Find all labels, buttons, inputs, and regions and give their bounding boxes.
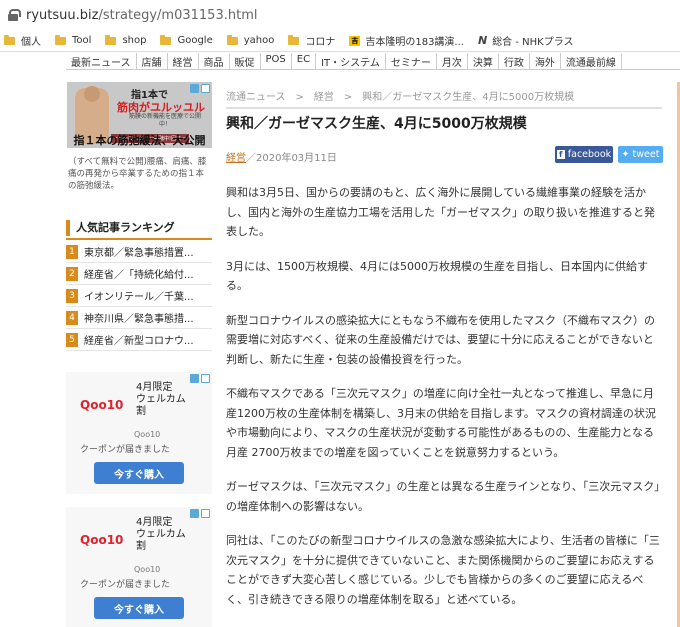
ranking-item[interactable]: 3 イオンリテール／千葉... xyxy=(66,285,212,307)
ad-advertiser: Qoo10 xyxy=(134,565,161,574)
article-body: 興和は3月5日、国からの要請のもと、広く海外に展開している繊維事業の経験を活かし… xyxy=(226,183,664,624)
qoo10-logo: Qoo10 xyxy=(80,398,124,412)
address-bar[interactable]: ryutsuu.biz/strategy/m031153.html xyxy=(0,0,680,30)
rank-title: 経産省／「持続化給付... xyxy=(84,270,194,281)
folder-icon xyxy=(226,34,238,45)
close-icon[interactable] xyxy=(201,374,210,383)
breadcrumb[interactable]: 流通ニュース > 経営 > 興和／ガーゼマスク生産、4月に5000万枚規模 xyxy=(226,88,662,109)
ad-info-icon[interactable] xyxy=(190,374,199,383)
ranking-item[interactable]: 2 経産省／「持続化給付... xyxy=(66,263,212,285)
ad-info-icon[interactable] xyxy=(190,509,199,518)
ranking-item[interactable]: 4 神奈川県／緊急事態措... xyxy=(66,307,212,329)
buy-now-button[interactable]: 今すぐ購入 xyxy=(94,462,184,484)
category-link[interactable]: 経営 xyxy=(226,153,246,164)
facebook-share-button[interactable]: f facebook xyxy=(555,146,613,163)
rank-title: イオンリテール／千葉... xyxy=(84,292,194,303)
twitter-bird-icon: ✦ xyxy=(621,149,630,160)
folder-icon xyxy=(288,34,300,45)
ranking-divider xyxy=(66,238,212,240)
nav-item[interactable]: セミナー xyxy=(386,53,437,69)
nav-item[interactable]: 月次 xyxy=(437,53,468,69)
bookmark-folder-shop[interactable]: shop xyxy=(105,34,146,46)
url-path: /strategy/m031153.html xyxy=(98,7,258,23)
folder-icon xyxy=(105,34,117,45)
nav-item[interactable]: 行政 xyxy=(499,53,530,69)
ad-advertiser: Qoo10 xyxy=(134,430,161,439)
nav-item[interactable]: 海外 xyxy=(530,53,561,69)
yoshimoto-favicon-icon: 吉 xyxy=(349,35,361,46)
qoo10-ad[interactable]: Qoo10 4月限定 ウェルカム 割 Qoo10 クーポンが届きました 今すぐ購… xyxy=(66,507,212,627)
folder-icon xyxy=(4,34,15,45)
qoo10-logo: Qoo10 xyxy=(80,533,124,547)
rank-title: 神奈川県／緊急事態措... xyxy=(84,314,194,325)
article-paragraph: 同社は、「このたびの新型コロナウイルスの急激な感染拡大により、生活者の皆様に「三… xyxy=(226,534,660,606)
article-date: ／2020年03月11日 xyxy=(246,153,337,164)
lock-icon xyxy=(8,9,21,21)
bookmarks-bar: 個人 Tool shop Google yahoo コロナ 吉吉本隆明の183講… xyxy=(0,30,680,52)
ad-info-icon[interactable] xyxy=(190,84,199,93)
ranking-item[interactable]: 5 経産省／新型コロナウ... xyxy=(66,329,212,351)
bookmark-folder-kojin[interactable]: 個人 xyxy=(4,33,41,48)
rank-number: 5 xyxy=(66,332,78,347)
ranking-heading: 人気記事ランキング xyxy=(66,220,212,236)
article-meta: 経営／2020年03月11日 xyxy=(226,149,337,164)
rank-title: 東京都／緊急事態措置... xyxy=(84,248,194,259)
article-title: 興和／ガーゼマスク生産、4月に5000万枚規模 xyxy=(226,116,527,132)
article-paragraph: ガーゼマスクは、「三次元マスク」の生産とは異なる生産ラインとなり、「三次元マスク… xyxy=(226,480,660,513)
nav-item[interactable]: POS xyxy=(261,53,292,69)
ad-subtext: 筋膜の新機能を医療で公開中！ xyxy=(128,113,201,128)
facebook-icon: f xyxy=(556,150,565,159)
ranking-list: 1 東京都／緊急事態措置... 2 経産省／「持続化給付... 3 イオンリテール／千… xyxy=(66,241,212,351)
nhk-favicon-icon: N xyxy=(477,34,488,47)
nav-item[interactable]: 流通最前線 xyxy=(561,53,622,69)
ad-headline: 4月限定 ウェルカム 割 xyxy=(136,517,186,552)
bookmark-folder-tool[interactable]: Tool xyxy=(55,34,91,46)
nav-item[interactable]: 経営 xyxy=(168,53,199,69)
bookmark-folder-corona[interactable]: コロナ xyxy=(288,33,335,48)
nav-item[interactable]: IT・システム xyxy=(316,53,386,69)
bookmark-yoshimoto[interactable]: 吉吉本隆明の183講演... xyxy=(349,33,464,48)
folder-icon xyxy=(160,34,172,45)
url-host: ryutsuu.biz xyxy=(26,7,99,23)
nav-item[interactable]: 販促 xyxy=(230,53,261,69)
url-text[interactable]: ryutsuu.biz/strategy/m031153.html xyxy=(26,8,257,23)
article-paragraph: 3月には、1500万枚規模、4月には5000万枚規模の生産を目指し、日本国内に供… xyxy=(226,259,648,293)
nav-item[interactable]: 最新ニュース xyxy=(66,53,137,69)
nav-item[interactable]: EC xyxy=(292,53,317,69)
article-paragraph: 新型コロナウイルスの感染拡大にともなう不織布を使用したマスク（不織布マスク）の需… xyxy=(226,313,655,366)
ad-description: （すべて無料で公開)腰痛、肩痛、膝痛の再発から卒業するための指１本の筋弛緩法。 xyxy=(68,157,207,191)
ranking-item[interactable]: 1 東京都／緊急事態措置... xyxy=(66,241,212,263)
ad-choices[interactable] xyxy=(190,84,210,93)
nav-item[interactable]: 商品 xyxy=(199,53,230,69)
ad-choices[interactable] xyxy=(190,374,210,383)
ad-note: クーポンが届きました xyxy=(80,445,171,455)
close-icon[interactable] xyxy=(201,509,210,518)
bookmark-nhk[interactable]: N 総合 - NHKプラス xyxy=(478,33,574,48)
site-nav: 最新ニュース 店舗 経営 商品 販促 POS EC IT・システム セミナー 月… xyxy=(66,53,680,70)
rank-number: 2 xyxy=(66,266,78,281)
article-paragraph: 興和は3月5日、国からの要請のもと、広く海外に展開している繊維事業の経験を活かし… xyxy=(226,186,655,238)
ad-choices[interactable] xyxy=(190,509,210,518)
ad-headline: 4月限定 ウェルカム 割 xyxy=(136,382,186,417)
ad-title[interactable]: 指１本の筋弛緩法、大公開 xyxy=(67,132,212,148)
bookmark-folder-google[interactable]: Google xyxy=(160,34,213,46)
ad-note: クーポンが届きました xyxy=(80,580,171,590)
tweet-button[interactable]: ✦ tweet xyxy=(618,146,663,163)
bookmark-folder-yahoo[interactable]: yahoo xyxy=(226,34,274,46)
rank-number: 4 xyxy=(66,310,78,325)
nav-item[interactable]: 店舗 xyxy=(137,53,168,69)
buy-now-button[interactable]: 今すぐ購入 xyxy=(94,597,184,619)
rank-number: 1 xyxy=(66,244,78,259)
qoo10-ad[interactable]: Qoo10 4月限定 ウェルカム 割 Qoo10 クーポンが届きました 今すぐ購… xyxy=(66,372,212,494)
nav-item[interactable]: 決算 xyxy=(468,53,499,69)
article-paragraph: 不織布マスクである「三次元マスク」の増産に向け全社一丸となって推進し、早急に月産… xyxy=(226,387,656,459)
folder-icon xyxy=(55,34,66,45)
rank-number: 3 xyxy=(66,288,78,303)
close-icon[interactable] xyxy=(201,84,210,93)
rank-title: 経産省／新型コロナウ... xyxy=(84,336,194,347)
